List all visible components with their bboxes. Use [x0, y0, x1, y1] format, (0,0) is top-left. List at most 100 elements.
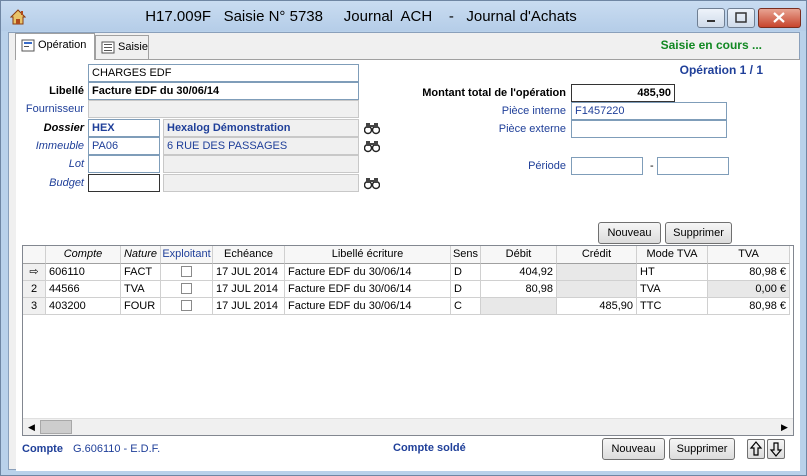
saisie-tab-icon: [101, 41, 115, 54]
row-indicator[interactable]: ⇨: [23, 264, 46, 281]
piece-externe-label: Pièce externe: [498, 123, 566, 135]
table-cell-debit[interactable]: 80,98: [481, 281, 557, 298]
close-button[interactable]: [758, 8, 801, 28]
piece-externe-field[interactable]: [571, 120, 727, 138]
tab-saisie[interactable]: Saisie: [95, 35, 149, 59]
piece-interne-field[interactable]: F1457220: [571, 102, 727, 120]
fournisseur-label: Fournisseur: [25, 103, 84, 115]
table-cell-mode-tva[interactable]: TVA: [637, 281, 708, 298]
table-cell-echeance[interactable]: 17 JUL 2014: [213, 264, 285, 281]
table-cell-libelle[interactable]: Facture EDF du 30/06/14: [285, 281, 451, 298]
periode-from-field[interactable]: [571, 157, 643, 175]
table-cell-sens[interactable]: D: [451, 264, 481, 281]
table-cell-mode-tva[interactable]: TTC: [637, 298, 708, 315]
row-indicator[interactable]: 2: [23, 281, 46, 298]
nouveau-line-button[interactable]: Nouveau: [598, 222, 661, 244]
table-cell-debit[interactable]: [481, 298, 557, 315]
move-up-button[interactable]: [747, 439, 765, 459]
fournisseur-field[interactable]: [88, 100, 359, 118]
montant-field[interactable]: 485,90: [571, 84, 675, 102]
table-cell-libelle[interactable]: Facture EDF du 30/06/14: [285, 298, 451, 315]
col-header-tva[interactable]: TVA: [708, 246, 790, 264]
table-cell-nature[interactable]: FACT: [121, 264, 161, 281]
scroll-thumb[interactable]: [40, 420, 72, 434]
footer-compte-value: G.606110 - E.D.F.: [73, 443, 161, 455]
table-cell-tva[interactable]: 80,98 €: [708, 264, 790, 281]
main-client-area: Opération Saisie Saisie en cours ... Opé…: [8, 32, 800, 471]
table-cell-compte[interactable]: 403200: [46, 298, 121, 315]
lot-label: Lot: [68, 158, 84, 170]
table-cell-echeance[interactable]: 17 JUL 2014: [213, 298, 285, 315]
budget-search-binoculars-icon[interactable]: [364, 176, 380, 190]
operation-panel: Opération 1 / 1 CHARGES EDF Libellé Fact…: [16, 59, 800, 471]
minimize-button[interactable]: [697, 8, 725, 28]
maximize-icon: [735, 12, 747, 23]
budget-name-field: [163, 174, 359, 192]
periode-to-field[interactable]: [657, 157, 729, 175]
nouveau-button[interactable]: Nouveau: [602, 438, 665, 460]
libelle-field[interactable]: Facture EDF du 30/06/14: [88, 82, 359, 100]
table-cell-exploitant: [161, 281, 213, 298]
operation-counter: Opération 1 / 1: [679, 63, 763, 77]
supprimer-line-button[interactable]: Supprimer: [665, 222, 732, 244]
exploitant-checkbox[interactable]: [181, 300, 192, 311]
entries-grid: Compte Nature Exploitant Echéance Libell…: [22, 245, 794, 436]
table-cell-mode-tva[interactable]: HT: [637, 264, 708, 281]
col-header-sens[interactable]: Sens: [451, 246, 481, 264]
table-cell-sens[interactable]: C: [451, 298, 481, 315]
row-indicator[interactable]: 3: [23, 298, 46, 315]
header-field[interactable]: CHARGES EDF: [88, 64, 359, 82]
scroll-right-icon[interactable]: ▶: [776, 419, 793, 435]
table-cell-debit[interactable]: 404,92: [481, 264, 557, 281]
table-cell-libelle[interactable]: Facture EDF du 30/06/14: [285, 264, 451, 281]
dossier-code-field[interactable]: HEX: [88, 119, 160, 137]
tab-operation[interactable]: Opération: [15, 33, 95, 60]
dossier-label: Dossier: [43, 122, 84, 134]
arrow-down-icon: [769, 442, 783, 457]
compte-solde-status: Compte soldé: [393, 442, 466, 454]
periode-separator: -: [650, 160, 654, 172]
libelle-label: Libellé: [49, 85, 84, 97]
budget-label: Budget: [49, 177, 84, 189]
horizontal-scrollbar[interactable]: ◀ ▶: [23, 418, 793, 435]
immeuble-label: Immeuble: [35, 140, 84, 152]
table-cell-credit[interactable]: 485,90: [557, 298, 637, 315]
exploitant-checkbox[interactable]: [181, 266, 192, 277]
table-cell-tva[interactable]: 80,98 €: [708, 298, 790, 315]
col-header-exploitant[interactable]: Exploitant: [161, 246, 213, 264]
col-header-nature[interactable]: Nature: [121, 246, 161, 264]
supprimer-button[interactable]: Supprimer: [669, 438, 735, 460]
col-header-indicator: [23, 246, 46, 264]
col-header-mode-tva[interactable]: Mode TVA: [637, 246, 708, 264]
table-cell-sens[interactable]: D: [451, 281, 481, 298]
periode-label: Période: [528, 160, 566, 172]
table-cell-nature[interactable]: FOUR: [121, 298, 161, 315]
col-header-credit[interactable]: Crédit: [557, 246, 637, 264]
lot-code-field[interactable]: [88, 155, 160, 173]
move-down-button[interactable]: [767, 439, 785, 459]
budget-code-field[interactable]: [88, 174, 160, 192]
immeuble-search-binoculars-icon[interactable]: [364, 139, 380, 153]
montant-label: Montant total de l'opération: [422, 87, 566, 99]
table-cell-credit[interactable]: [557, 264, 637, 281]
table-cell-nature[interactable]: TVA: [121, 281, 161, 298]
table-cell-compte[interactable]: 44566: [46, 281, 121, 298]
exploitant-checkbox[interactable]: [181, 283, 192, 294]
table-cell-tva[interactable]: 0,00 €: [708, 281, 790, 298]
table-cell-credit[interactable]: [557, 281, 637, 298]
col-header-compte[interactable]: Compte: [46, 246, 121, 264]
footer-compte-label: Compte: [22, 443, 63, 455]
arrow-up-icon: [749, 441, 763, 456]
col-header-echeance[interactable]: Echéance: [213, 246, 285, 264]
col-header-libelle[interactable]: Libellé écriture: [285, 246, 451, 264]
table-cell-echeance[interactable]: 17 JUL 2014: [213, 281, 285, 298]
table-cell-compte[interactable]: 606110: [46, 264, 121, 281]
close-icon: [773, 12, 785, 23]
tab-operation-label: Opération: [38, 39, 87, 51]
scroll-left-icon[interactable]: ◀: [23, 419, 40, 435]
immeuble-code-field[interactable]: PA06: [88, 137, 160, 155]
col-header-debit[interactable]: Débit: [481, 246, 557, 264]
maximize-button[interactable]: [727, 8, 755, 28]
table-cell-exploitant: [161, 264, 213, 281]
title-bar: H17.009F Saisie N° 5738 Journal ACH - Jo…: [1, 1, 806, 31]
